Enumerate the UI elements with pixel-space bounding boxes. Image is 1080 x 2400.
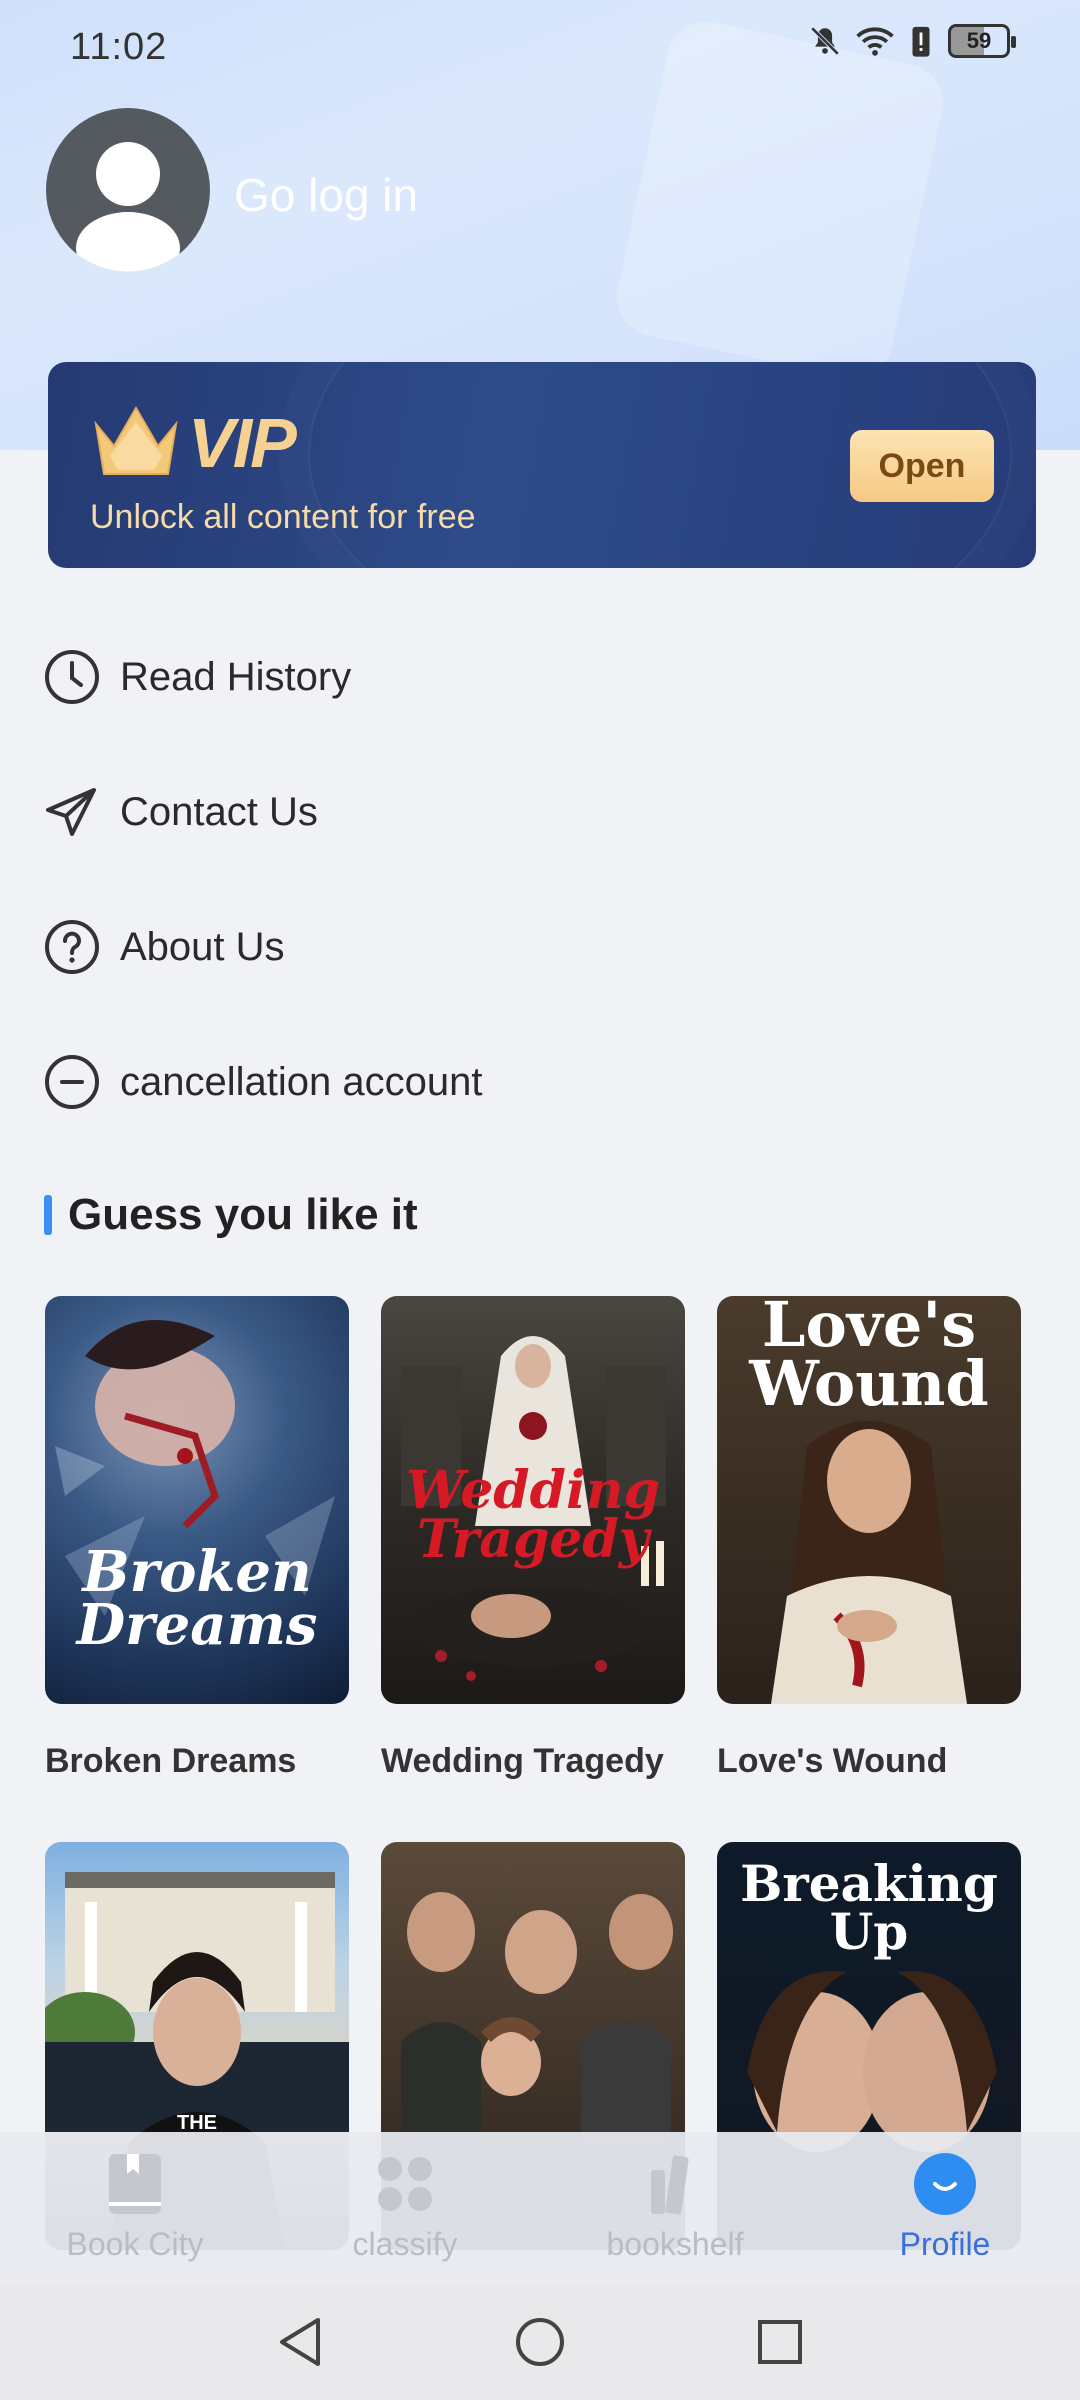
- cover-title-line: Wound: [749, 1346, 989, 1420]
- cover-title-line: Tragedy: [416, 1509, 650, 1571]
- menu-item-cancellation-account[interactable]: cancellation account: [44, 1032, 1034, 1132]
- book-title[interactable]: Love's Wound: [717, 1742, 1021, 1781]
- book-card[interactable]: Love's Wound Love's Wound: [717, 1296, 1021, 1781]
- go-login-link[interactable]: Go log in: [234, 168, 418, 222]
- nav-item-bookshelf[interactable]: bookshelf: [540, 2132, 810, 2284]
- bell-off-icon: [808, 24, 842, 58]
- bottom-nav: Book City classify bookshelf Profile: [0, 2132, 1080, 2284]
- vip-card[interactable]: VIP Unlock all content for free Open: [48, 362, 1036, 568]
- home-icon[interactable]: [510, 2312, 570, 2372]
- section-title: Guess you like it: [44, 1190, 418, 1240]
- cover-title-line: Dreams: [76, 1592, 318, 1659]
- menu-label: Contact Us: [120, 789, 318, 834]
- book-cover[interactable]: Wedding Tragedy: [381, 1296, 685, 1704]
- wifi-icon: [856, 24, 894, 58]
- menu-item-contact-us[interactable]: Contact Us: [44, 762, 1034, 862]
- nav-item-classify[interactable]: classify: [270, 2132, 540, 2284]
- recents-icon[interactable]: [750, 2312, 810, 2372]
- nav-label: bookshelf: [606, 2226, 744, 2262]
- section-accent-bar: [44, 1195, 52, 1235]
- book-icon: [103, 2152, 167, 2216]
- crown-icon: [88, 398, 184, 487]
- cover-title-line: Up: [829, 1901, 909, 1961]
- vip-logo-text: VIP: [188, 403, 297, 482]
- bookshelf-icon: [643, 2152, 707, 2216]
- cover-title-line: Wedding: [406, 1460, 660, 1521]
- nav-label: Book City: [66, 2226, 204, 2262]
- status-time: 11:02: [70, 26, 168, 68]
- battery-icon: 59: [948, 24, 1016, 58]
- vip-logo: VIP: [88, 398, 297, 487]
- cover-title-line: THE: [177, 2112, 217, 2134]
- send-icon: [44, 784, 100, 840]
- user-avatar-icon[interactable]: [46, 108, 210, 272]
- minus-circle-icon: [44, 1054, 100, 1110]
- nav-label: classify: [352, 2226, 458, 2262]
- book-title[interactable]: Broken Dreams: [45, 1742, 349, 1781]
- nav-label: Profile: [899, 2226, 991, 2262]
- menu-label: About Us: [120, 924, 285, 969]
- nav-item-book-city[interactable]: Book City: [0, 2132, 270, 2284]
- system-nav-bar: [0, 2284, 1080, 2400]
- status-bar: 11:02 59: [0, 0, 1080, 96]
- cover-title-line: Breaking: [740, 1854, 998, 1913]
- grid-icon: [373, 2152, 437, 2216]
- profile-screen: 11:02 59 Go log in VIP Unlock all conten…: [0, 0, 1080, 2400]
- clock-icon: [44, 649, 100, 705]
- nav-item-profile[interactable]: Profile: [810, 2132, 1080, 2284]
- back-icon[interactable]: [270, 2312, 330, 2372]
- menu-label: Read History: [120, 654, 352, 699]
- smile-icon: [913, 2152, 977, 2216]
- menu-label: cancellation account: [120, 1059, 483, 1104]
- book-card[interactable]: Wedding Tragedy Wedding Tragedy: [381, 1296, 685, 1781]
- menu-item-about-us[interactable]: About Us: [44, 897, 1034, 997]
- vip-open-button[interactable]: Open: [850, 430, 994, 502]
- vip-subtitle: Unlock all content for free: [90, 498, 476, 536]
- book-card[interactable]: Broken Dreams Broken Dreams: [45, 1296, 349, 1781]
- book-cover[interactable]: Broken Dreams: [45, 1296, 349, 1704]
- book-cover[interactable]: Love's Wound: [717, 1296, 1021, 1704]
- help-circle-icon: [44, 919, 100, 975]
- book-title[interactable]: Wedding Tragedy: [381, 1742, 685, 1781]
- menu-item-read-history[interactable]: Read History: [44, 627, 1034, 727]
- status-icons: 59: [808, 24, 1016, 58]
- battery-alert-icon: [908, 24, 934, 58]
- section-title-text: Guess you like it: [68, 1190, 418, 1239]
